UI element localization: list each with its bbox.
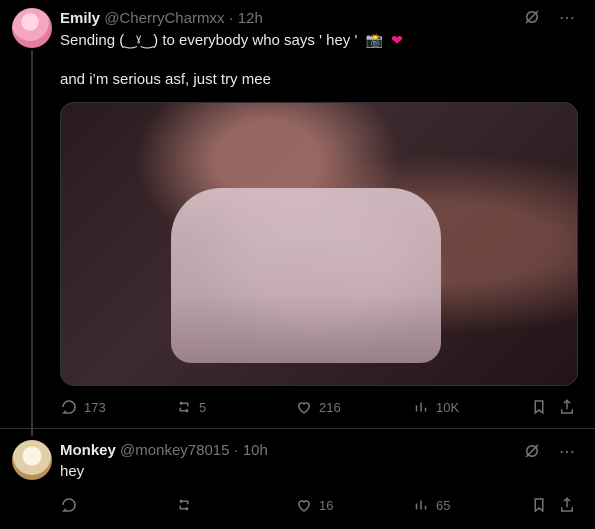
reply-icon	[61, 400, 76, 414]
camera-flash-icon: 📸	[365, 32, 383, 48]
bookmark-icon	[534, 498, 544, 513]
timestamp[interactable]: 10h	[243, 442, 268, 459]
post-top-icons: ⋯	[523, 442, 575, 465]
separator-dot: ·	[228, 10, 234, 27]
post-header: Monkey @monkey78015 · 10h	[60, 442, 268, 460]
like-button[interactable]: 16	[295, 496, 333, 514]
display-name[interactable]: Monkey	[60, 442, 116, 459]
views-count: 65	[436, 497, 451, 513]
image-subject-shape	[171, 188, 441, 363]
more-icon[interactable]: ⋯	[559, 8, 575, 31]
like-count: 216	[319, 399, 341, 415]
timestamp[interactable]: 12h	[238, 10, 263, 27]
post-text-line2: and i’m serious asf, just try mee	[60, 71, 271, 88]
views-bar-icon	[415, 402, 427, 412]
bookmark-button[interactable]	[530, 398, 548, 416]
reply-icon	[61, 498, 76, 512]
post-actions: 16 65	[60, 496, 576, 516]
share-icon	[561, 497, 573, 512]
repost-button[interactable]: 5	[175, 398, 206, 416]
more-icon[interactable]: ⋯	[559, 442, 575, 465]
post-text: Sending (‿ˠ‿) to everybody who says ' he…	[60, 32, 358, 49]
user-handle[interactable]: @CherryCharmxx	[104, 10, 224, 27]
avatar[interactable]	[12, 8, 52, 48]
views-button[interactable]: 65	[412, 496, 450, 514]
heart-outline-icon	[297, 500, 311, 512]
views-count: 10K	[436, 399, 460, 415]
avatar[interactable]	[12, 440, 52, 480]
post-text: hey	[60, 463, 85, 480]
post-header: Emily @CherryCharmxx · 12h	[60, 10, 263, 28]
reply-button[interactable]	[60, 496, 84, 514]
share-icon	[561, 399, 573, 414]
separator-dot: ·	[233, 442, 239, 459]
like-button[interactable]: 216	[295, 398, 341, 416]
repost-count: 5	[199, 399, 207, 415]
views-bar-icon	[415, 500, 427, 510]
bookmark-icon	[534, 400, 544, 415]
like-count: 16	[319, 497, 334, 513]
post-emily[interactable]: Emily @CherryCharmxx · 12h ⋯ Sending (‿ˠ…	[0, 0, 595, 428]
share-button[interactable]	[558, 398, 576, 416]
post-actions: 173 5 216 10K	[60, 398, 576, 418]
repost-icon	[179, 499, 189, 511]
repost-button[interactable]	[175, 496, 199, 514]
grok-icon[interactable]	[523, 8, 541, 31]
heart-icon: ❤	[391, 32, 403, 48]
heart-outline-icon	[297, 402, 311, 414]
post-text-line1: Sending (‿ˠ‿) to everybody who says ' he…	[60, 30, 403, 51]
repost-icon	[179, 401, 189, 413]
user-handle[interactable]: @monkey78015	[120, 442, 229, 459]
post-top-icons: ⋯	[523, 8, 575, 31]
post-monkey[interactable]: Monkey @monkey78015 · 10h ⋯ hey 16 65	[0, 429, 595, 529]
reply-button[interactable]: 173	[60, 398, 106, 416]
views-button[interactable]: 10K	[412, 398, 459, 416]
grok-icon[interactable]	[523, 442, 541, 465]
bookmark-button[interactable]	[530, 496, 548, 514]
display-name[interactable]: Emily	[60, 10, 100, 27]
reply-count: 173	[84, 399, 106, 415]
share-button[interactable]	[558, 496, 576, 514]
post-media-image[interactable]	[60, 102, 578, 386]
